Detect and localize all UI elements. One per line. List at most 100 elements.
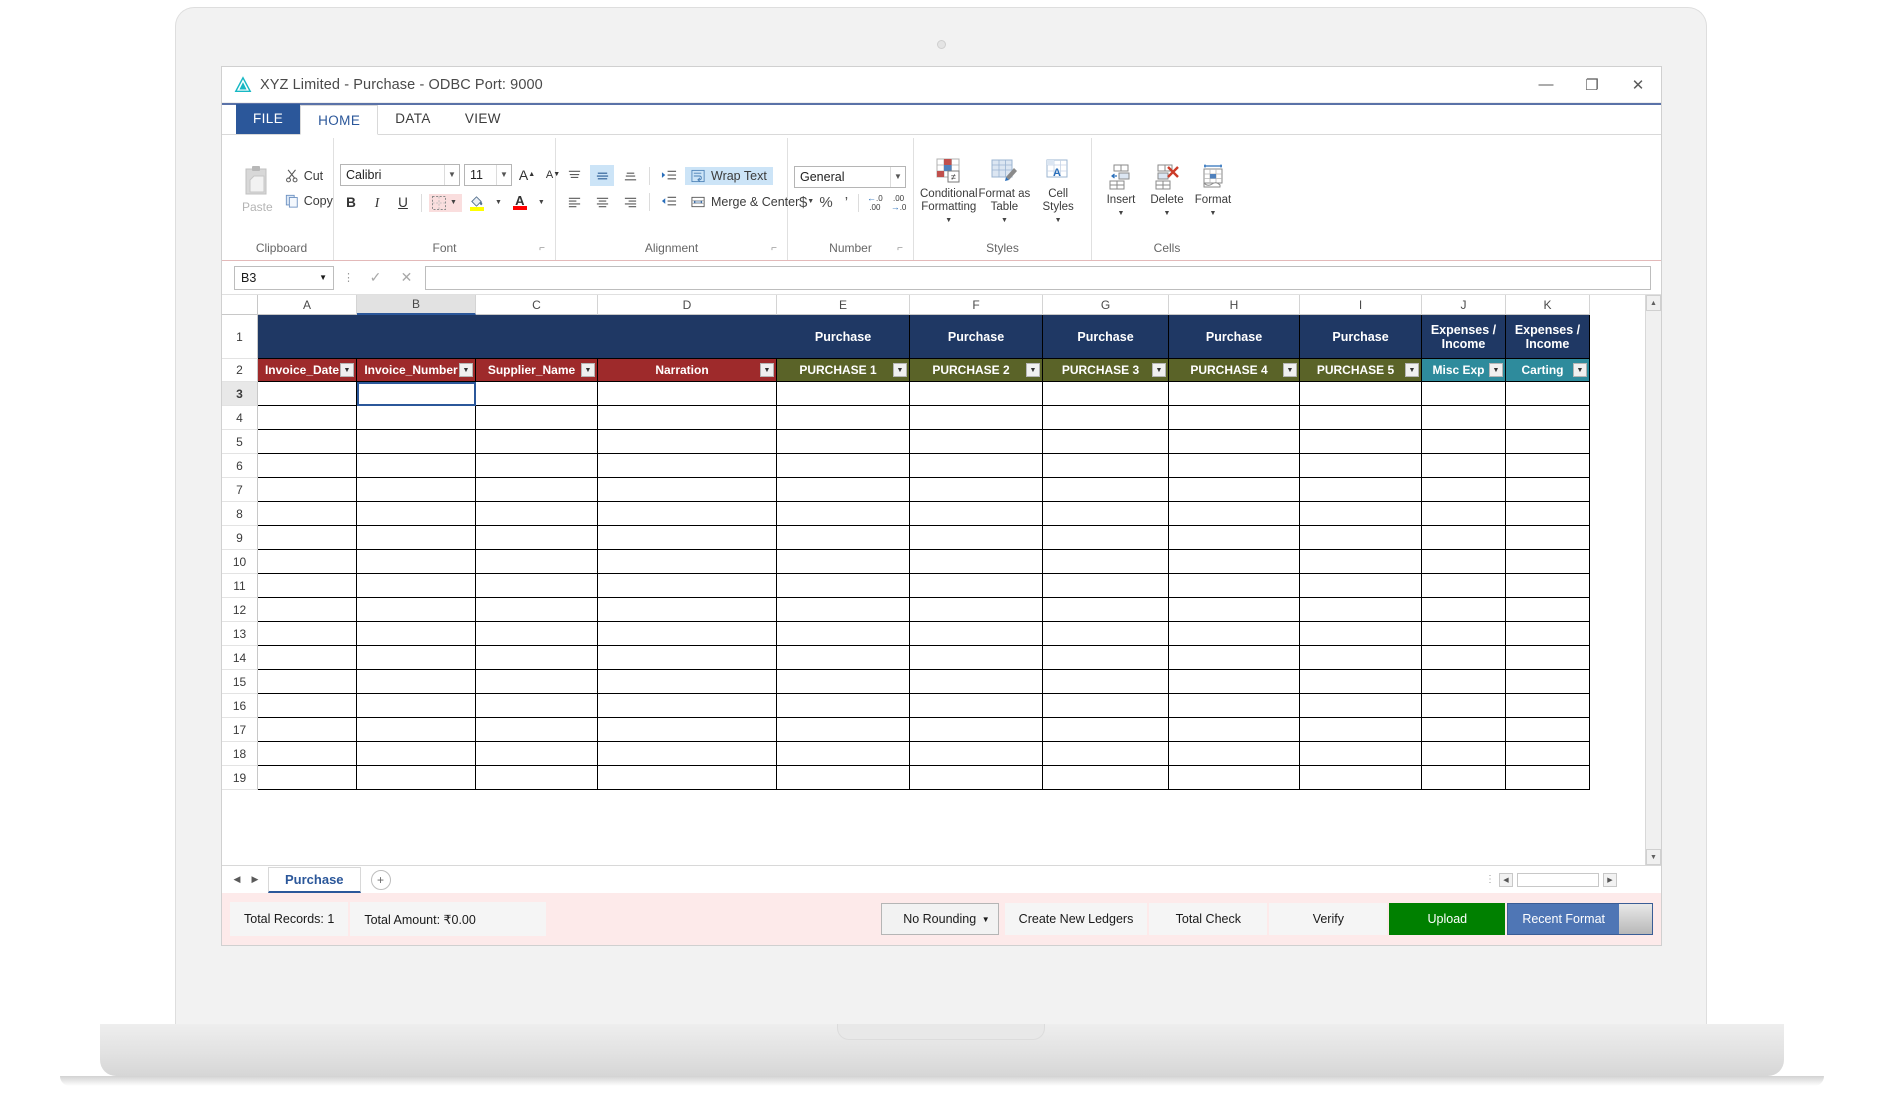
cell-J1[interactable]: Expenses / Income bbox=[1422, 315, 1506, 359]
prev-sheet-icon[interactable]: ◀ bbox=[228, 874, 246, 885]
cell-I16[interactable] bbox=[1300, 694, 1422, 718]
cell-J19[interactable] bbox=[1422, 766, 1506, 790]
format-cells-button[interactable]: Format ▼ bbox=[1190, 157, 1236, 220]
cell-G10[interactable] bbox=[1043, 550, 1169, 574]
total-check-button[interactable]: Total Check bbox=[1149, 903, 1270, 935]
decrease-indent-icon[interactable] bbox=[657, 191, 681, 212]
cell-E3[interactable] bbox=[777, 382, 910, 406]
column-header-G[interactable]: G bbox=[1043, 295, 1169, 315]
row-header-8[interactable]: 8 bbox=[222, 502, 258, 526]
row-header-17[interactable]: 17 bbox=[222, 718, 258, 742]
cell-H1[interactable]: Purchase bbox=[1169, 315, 1300, 359]
confirm-icon[interactable]: ✓ bbox=[363, 266, 388, 290]
cell-D9[interactable] bbox=[598, 526, 777, 550]
cell-F7[interactable] bbox=[910, 478, 1043, 502]
row-header-13[interactable]: 13 bbox=[222, 622, 258, 646]
cell-E9[interactable] bbox=[777, 526, 910, 550]
cell-J6[interactable] bbox=[1422, 454, 1506, 478]
top-align-icon[interactable] bbox=[562, 165, 586, 186]
row-header-10[interactable]: 10 bbox=[222, 550, 258, 574]
cell-D4[interactable] bbox=[598, 406, 777, 430]
cell-I15[interactable] bbox=[1300, 670, 1422, 694]
cell-E12[interactable] bbox=[777, 598, 910, 622]
paste-button[interactable]: Paste bbox=[236, 162, 279, 216]
cell-G18[interactable] bbox=[1043, 742, 1169, 766]
cell-K18[interactable] bbox=[1506, 742, 1590, 766]
delete-cells-button[interactable]: Delete ▼ bbox=[1144, 157, 1190, 220]
cell-H15[interactable] bbox=[1169, 670, 1300, 694]
horizontal-scroll-track[interactable] bbox=[1517, 872, 1599, 887]
cell-I8[interactable] bbox=[1300, 502, 1422, 526]
filter-icon-H[interactable]: ▼ bbox=[1283, 363, 1297, 377]
cell-J3[interactable] bbox=[1422, 382, 1506, 406]
cell-F2[interactable]: PURCHASE 2 ▼ bbox=[910, 359, 1043, 382]
cell-H16[interactable] bbox=[1169, 694, 1300, 718]
cell-E10[interactable] bbox=[777, 550, 910, 574]
rounding-select[interactable]: No Rounding ▼ bbox=[880, 903, 999, 935]
row-header-11[interactable]: 11 bbox=[222, 574, 258, 598]
cell-K6[interactable] bbox=[1506, 454, 1590, 478]
cell-K15[interactable] bbox=[1506, 670, 1590, 694]
cell-C10[interactable] bbox=[476, 550, 598, 574]
cell-J8[interactable] bbox=[1422, 502, 1506, 526]
filter-icon-B[interactable]: ▼ bbox=[459, 363, 473, 377]
filter-icon-J[interactable]: ▼ bbox=[1489, 363, 1503, 377]
alignment-dialog-launcher[interactable]: ⌐ bbox=[771, 240, 777, 258]
font-dialog-launcher[interactable]: ⌐ bbox=[539, 240, 545, 258]
cell-B18[interactable] bbox=[357, 742, 476, 766]
cell-G6[interactable] bbox=[1043, 454, 1169, 478]
column-header-F[interactable]: F bbox=[910, 295, 1043, 315]
cell-B16[interactable] bbox=[357, 694, 476, 718]
cell-C15[interactable] bbox=[476, 670, 598, 694]
cell-A4[interactable] bbox=[258, 406, 357, 430]
vertical-scrollbar[interactable]: ▲ ▼ bbox=[1645, 295, 1661, 865]
cell-A12[interactable] bbox=[258, 598, 357, 622]
row-header-4[interactable]: 4 bbox=[222, 406, 258, 430]
cell-I12[interactable] bbox=[1300, 598, 1422, 622]
minimize-button[interactable]: — bbox=[1523, 67, 1569, 102]
cell-A7[interactable] bbox=[258, 478, 357, 502]
cell-D7[interactable] bbox=[598, 478, 777, 502]
cell-K1[interactable]: Expenses / Income bbox=[1506, 315, 1590, 359]
filter-icon-A[interactable]: ▼ bbox=[340, 363, 354, 377]
cell-F18[interactable] bbox=[910, 742, 1043, 766]
filter-icon-G[interactable]: ▼ bbox=[1152, 363, 1166, 377]
cell-E11[interactable] bbox=[777, 574, 910, 598]
cell-H6[interactable] bbox=[1169, 454, 1300, 478]
cell-D16[interactable] bbox=[598, 694, 777, 718]
cell-E1[interactable]: Purchase bbox=[777, 315, 910, 359]
cell-B14[interactable] bbox=[357, 646, 476, 670]
cell-G12[interactable] bbox=[1043, 598, 1169, 622]
column-header-K[interactable]: K bbox=[1506, 295, 1590, 315]
font-size-select[interactable]: 11 ▼ bbox=[464, 163, 512, 186]
cell-F11[interactable] bbox=[910, 574, 1043, 598]
cell-C12[interactable] bbox=[476, 598, 598, 622]
cell-G11[interactable] bbox=[1043, 574, 1169, 598]
close-button[interactable]: ✕ bbox=[1615, 67, 1661, 102]
grow-font-button[interactable]: A ▲ bbox=[516, 164, 538, 186]
increase-indent-icon[interactable] bbox=[657, 165, 681, 186]
cell-K3[interactable] bbox=[1506, 382, 1590, 406]
cell-K2[interactable]: Carting ▼ bbox=[1506, 359, 1590, 382]
percent-format-button[interactable]: % bbox=[814, 194, 837, 211]
cell-K17[interactable] bbox=[1506, 718, 1590, 742]
create-new-ledgers-button[interactable]: Create New Ledgers bbox=[1004, 903, 1150, 935]
cell-F10[interactable] bbox=[910, 550, 1043, 574]
middle-align-icon[interactable] bbox=[590, 165, 614, 186]
cell-C13[interactable] bbox=[476, 622, 598, 646]
filter-icon-K[interactable]: ▼ bbox=[1573, 363, 1587, 377]
cell-G7[interactable] bbox=[1043, 478, 1169, 502]
cell-G2[interactable]: PURCHASE 3 ▼ bbox=[1043, 359, 1169, 382]
cell-I18[interactable] bbox=[1300, 742, 1422, 766]
cell-D15[interactable] bbox=[598, 670, 777, 694]
bold-button[interactable]: B bbox=[340, 192, 362, 214]
cell-J17[interactable] bbox=[1422, 718, 1506, 742]
cancel-icon[interactable]: ✕ bbox=[394, 266, 419, 290]
insert-cells-button[interactable]: Insert ▼ bbox=[1098, 157, 1144, 220]
cell-C14[interactable] bbox=[476, 646, 598, 670]
cell-I5[interactable] bbox=[1300, 430, 1422, 454]
cell-styles-button[interactable]: A Cell Styles ▼ bbox=[1031, 151, 1085, 227]
cell-C11[interactable] bbox=[476, 574, 598, 598]
row-header-19[interactable]: 19 bbox=[222, 766, 258, 790]
cell-G1[interactable]: Purchase bbox=[1043, 315, 1169, 359]
